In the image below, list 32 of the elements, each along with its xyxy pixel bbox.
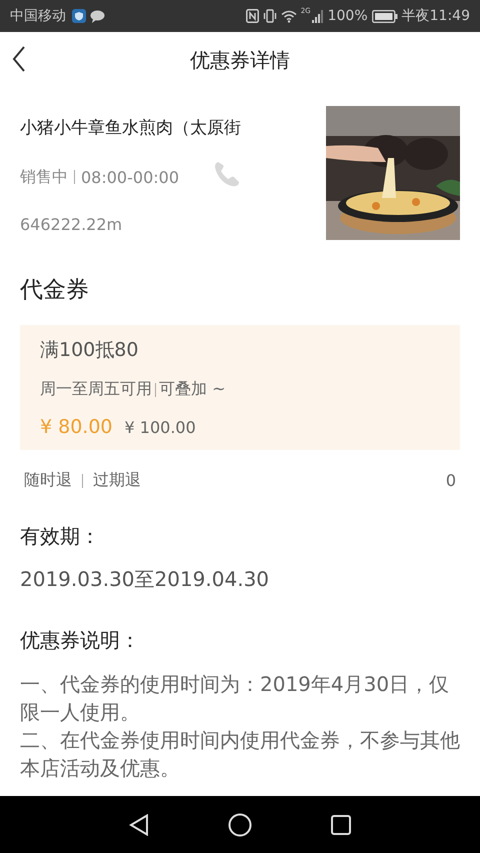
sold-count: 0 bbox=[446, 471, 456, 490]
note-paragraph: 二、在代金券使用时间内使用代金券，不参与其他本店活动及优惠。 bbox=[20, 727, 460, 782]
carrier-name: 中国移动 bbox=[10, 7, 66, 25]
nfc-icon bbox=[246, 9, 259, 23]
home-nav-icon[interactable] bbox=[228, 812, 252, 836]
wifi-icon bbox=[280, 10, 297, 22]
battery-percent: 100% bbox=[328, 8, 368, 24]
stackable-note: 可叠加 ~ bbox=[159, 379, 226, 400]
shield-icon bbox=[72, 9, 86, 23]
opening-hours: 08:00-00:00 bbox=[81, 168, 179, 186]
original-price: ¥ 100.00 bbox=[124, 418, 196, 437]
distance: 646222.22m bbox=[20, 215, 124, 234]
validity-label: 有效期： bbox=[20, 523, 101, 550]
refund-expired: 过期退 bbox=[93, 470, 141, 491]
recents-nav-icon[interactable] bbox=[330, 814, 351, 834]
chat-bubble-icon bbox=[90, 10, 105, 22]
shop-name: 小猪小牛章鱼水煎肉（太原街 bbox=[20, 117, 242, 139]
note-paragraph: 一、代金券的使用时间为：2019年4月30日，仅限一人使用。 bbox=[20, 671, 450, 726]
battery-icon bbox=[372, 10, 398, 22]
back-nav-icon[interactable] bbox=[129, 814, 150, 836]
coupon-title: 满100抵80 bbox=[40, 338, 140, 363]
sale-status: 销售中 bbox=[20, 166, 68, 188]
coupon-price: ¥ 80.00 bbox=[40, 416, 113, 438]
section-title: 代金券 bbox=[20, 276, 90, 305]
signal-icon bbox=[312, 10, 324, 22]
notes-label: 优惠券说明： bbox=[20, 627, 141, 654]
page-title: 优惠券详情 bbox=[190, 46, 290, 74]
vibrate-icon bbox=[262, 9, 277, 23]
validity-dates: 2019.03.30至2019.04.30 bbox=[20, 566, 270, 593]
usage-days: 周一至周五可用 bbox=[40, 379, 152, 400]
clock-time: 半夜11:49 bbox=[402, 7, 470, 25]
refund-anytime: 随时退 bbox=[24, 470, 72, 491]
